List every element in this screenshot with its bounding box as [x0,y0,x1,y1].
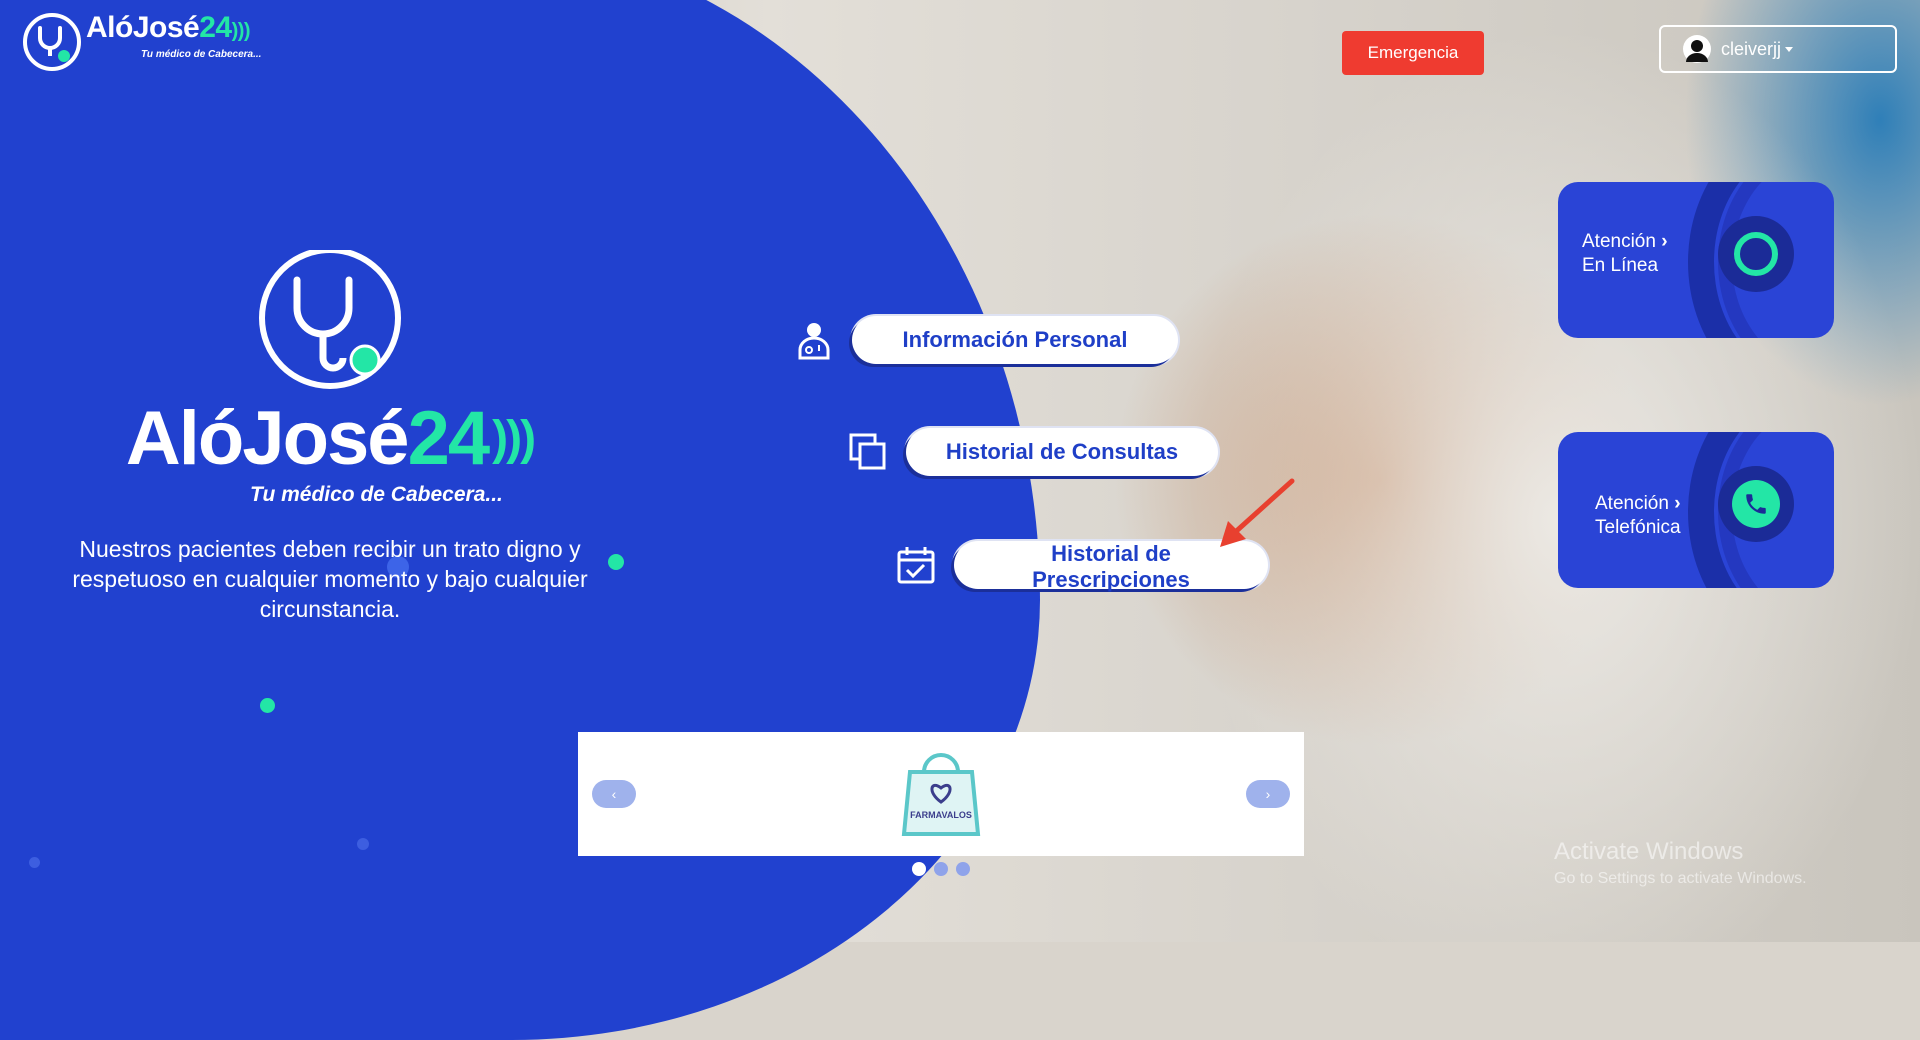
hero-logo: AlóJosé 24))) Tu médico de Cabecera... [120,247,540,507]
carousel-dot[interactable] [934,862,948,876]
red-arrow-annotation [1220,478,1295,547]
card-label: Atención › En Línea [1582,231,1668,276]
partner-carousel: ‹ FARMAVALOS › [578,732,1304,856]
phone-icon [1718,466,1794,542]
stethoscope-logo-icon [23,13,81,71]
slide-brand: FARMAVALOS [910,810,972,820]
hero-tagline: Tu médico de Cabecera... [250,483,503,506]
decor-dot [260,698,275,713]
carousel-next-button[interactable]: › [1246,780,1290,808]
header-brand: AlóJosé24))) [86,11,251,44]
menu-item-informacion-personal: Información Personal [794,316,1178,364]
user-avatar-icon [1683,35,1711,63]
stethoscope-logo-icon [259,247,401,389]
hero-brand: AlóJosé 24))) [125,396,536,481]
doctor-icon [798,323,830,360]
card-label: Atención › Telefónica [1595,493,1681,538]
header-tagline: Tu médico de Cabecera... [141,49,262,60]
carousel-prev-button[interactable]: ‹ [592,780,636,808]
windows-activation-watermark: Activate Windows Go to Settings to activ… [1554,838,1807,887]
atencion-telefonica-card[interactable]: Atención › Telefónica [1558,432,1834,588]
carousel-dot[interactable] [956,862,970,876]
copy-icon [849,433,886,470]
carousel-dot[interactable] [912,862,926,876]
header-logo[interactable]: AlóJosé24))) Tu médico de Cabecera... [22,12,261,72]
carousel-indicators [912,862,970,876]
informacion-personal-button[interactable]: Información Personal [852,316,1178,364]
decor-dot [357,838,369,850]
menu-item-historial-consultas: Historial de Consultas [848,428,1218,476]
chevron-down-icon [1785,46,1794,52]
user-name: cleiverjj [1721,38,1782,59]
calendar-check-icon [897,547,935,584]
atencion-en-linea-card[interactable]: Atención › En Línea [1558,182,1834,338]
historial-consultas-button[interactable]: Historial de Consultas [906,428,1218,476]
farmavalos-logo: FARMAVALOS [896,750,986,838]
mission-text: Nuestros pacientes deben recibir un trat… [72,536,588,622]
ring-icon [1718,216,1794,292]
shopping-bag-icon [901,753,981,836]
decor-dot [29,857,40,868]
emergency-button[interactable]: Emergencia [1342,31,1484,75]
user-menu-dropdown[interactable]: cleiverjj [1659,25,1897,73]
